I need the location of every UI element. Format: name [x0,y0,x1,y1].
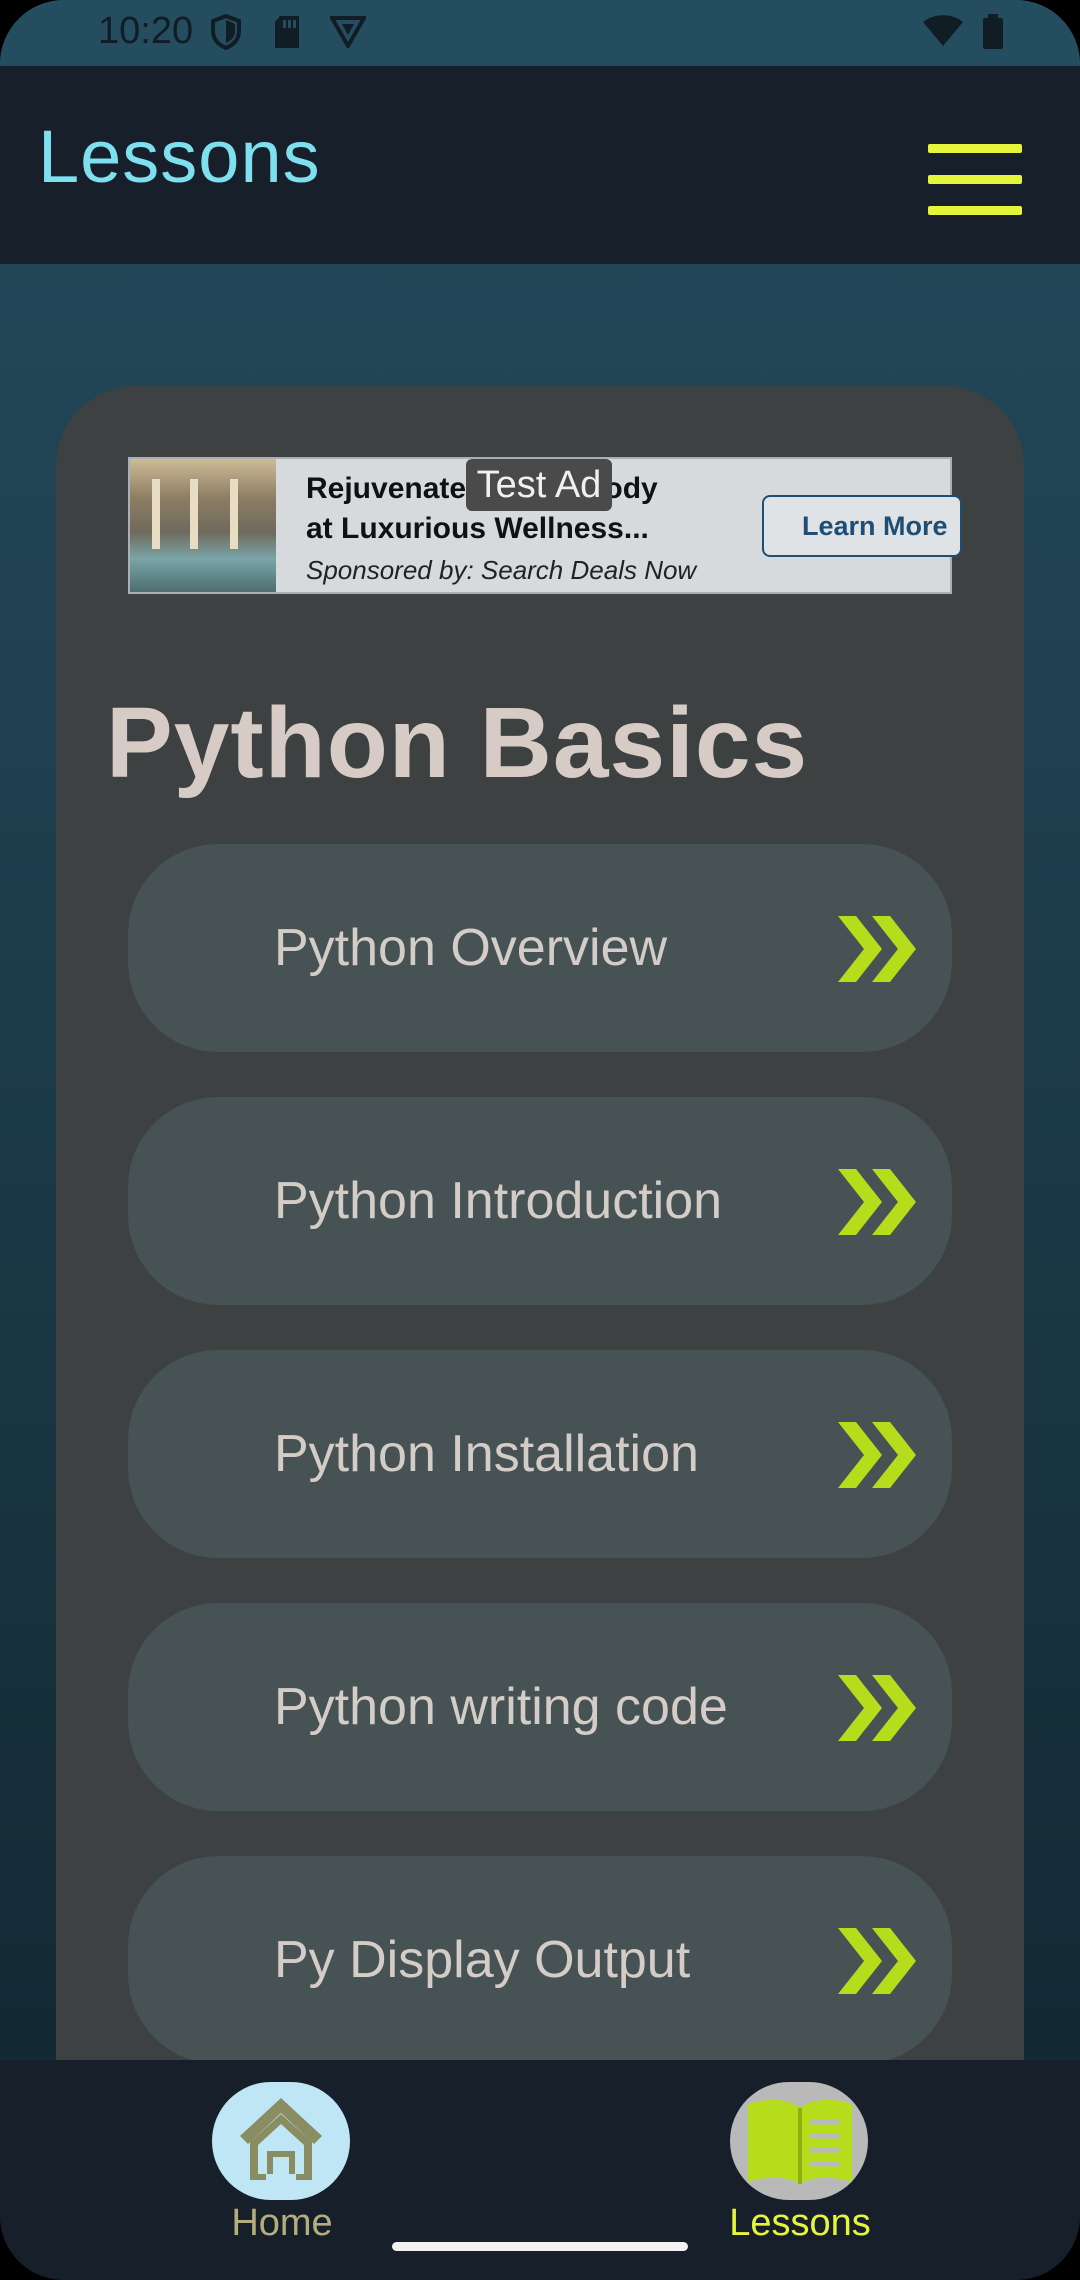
section-title: Python Basics [106,687,809,799]
lesson-item[interactable]: Python Introduction [128,1097,952,1305]
learn-more-button[interactable]: Learn More [762,495,962,557]
lesson-label: Python Installation [274,1425,699,1483]
hamburger-menu-icon[interactable] [928,144,1022,216]
lesson-item[interactable]: Python writing code [128,1603,952,1811]
nav-home[interactable]: Home [192,2082,382,2272]
home-icon [240,2098,322,2180]
double-chevron-right-icon [838,1928,916,1994]
vpn-icon [330,16,366,48]
lesson-item[interactable]: Python Installation [128,1350,952,1558]
double-chevron-right-icon [838,916,916,982]
double-chevron-right-icon [838,1169,916,1235]
lesson-item[interactable]: Py Display Output [128,1856,952,2064]
lesson-label: Python Overview [274,919,668,977]
battery-icon [983,14,1003,49]
double-chevron-right-icon [838,1675,916,1741]
ad-image [130,459,276,592]
book-icon [748,2099,852,2184]
status-bar: 10:20 [0,0,1080,66]
header-wave-divider [0,218,1080,264]
app-screen: 10:20 Lessons Rejuvenate Body at Luxurio… [0,0,1080,2280]
sd-card-icon [275,16,299,48]
lesson-label: Py Display Output [274,1931,691,1989]
book-icon-container [730,2082,868,2200]
nav-home-label: Home [231,2202,333,2244]
ad-sponsor: Sponsored by: Search Deals Now [306,555,697,585]
double-chevron-right-icon [838,1422,916,1488]
gesture-home-indicator[interactable] [392,2242,688,2251]
home-icon-container [212,2082,350,2200]
page-title: Lessons [38,115,321,198]
wifi-icon [923,15,963,46]
lesson-label: Python writing code [274,1678,728,1736]
shield-icon [211,14,241,50]
status-time: 10:20 [98,10,194,52]
nav-lessons-label: Lessons [729,2202,871,2244]
lesson-label: Python Introduction [274,1172,723,1230]
nav-lessons[interactable]: Lessons [710,2082,900,2272]
test-ad-badge: Test Ad [466,459,612,511]
lesson-item[interactable]: Python Overview [128,844,952,1052]
